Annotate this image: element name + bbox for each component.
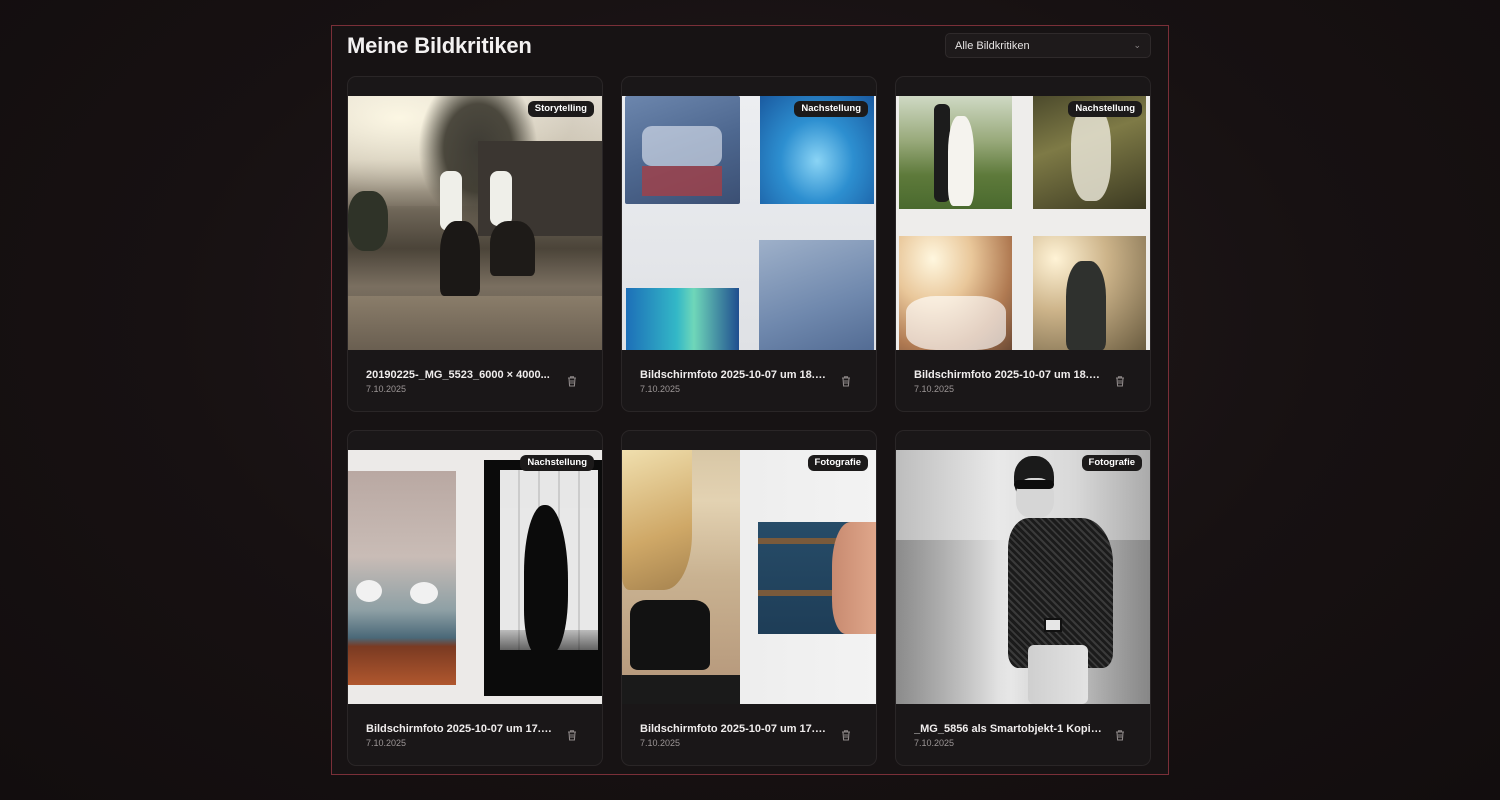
chevron-down-icon: ⌄ — [1133, 40, 1141, 50]
critique-card-4[interactable]: Nachstellung Bildschirmfoto 2025-10-07 u… — [347, 430, 603, 766]
critique-card-2[interactable]: Nachstellung Bildschirmfoto 2025-10-07 u… — [621, 76, 877, 412]
card-filename: Bildschirmfoto 2025-10-07 um 18.0... — [914, 369, 1104, 381]
category-badge: Fotografie — [807, 455, 868, 471]
category-badge: Nachstellung — [1068, 101, 1142, 117]
critique-card-5[interactable]: Fotografie Bildschirmfoto 2025-10-07 um … — [621, 430, 877, 766]
critique-card-1[interactable]: Storytelling 20190225-_MG_5523_6000 × 40… — [347, 76, 603, 412]
card-date: 7.10.2025 — [914, 384, 955, 394]
card-thumbnail[interactable] — [896, 96, 1150, 350]
trash-icon[interactable] — [1113, 728, 1127, 742]
category-badge: Nachstellung — [794, 101, 868, 117]
card-thumbnail[interactable] — [896, 450, 1150, 704]
card-thumbnail[interactable] — [622, 450, 876, 704]
card-date: 7.10.2025 — [914, 738, 955, 748]
category-badge: Fotografie — [1081, 455, 1142, 471]
filter-select[interactable]: Alle Bildkritiken ⌄ — [945, 33, 1151, 58]
category-badge: Storytelling — [527, 101, 594, 117]
trash-icon[interactable] — [839, 728, 853, 742]
critique-card-3[interactable]: Nachstellung Bildschirmfoto 2025-10-07 u… — [895, 76, 1151, 412]
card-date: 7.10.2025 — [366, 384, 407, 394]
card-filename: Bildschirmfoto 2025-10-07 um 18.0... — [640, 369, 830, 381]
card-thumbnail[interactable] — [622, 96, 876, 350]
trash-icon[interactable] — [839, 374, 853, 388]
card-filename: Bildschirmfoto 2025-10-07 um 17.4... — [640, 723, 830, 735]
page-title: Meine Bildkritiken — [347, 33, 532, 58]
card-date: 7.10.2025 — [640, 738, 681, 748]
card-filename: Bildschirmfoto 2025-10-07 um 17.5... — [366, 723, 556, 735]
card-filename: _MG_5856 als Smartobjekt-1 Kopie.... — [914, 723, 1104, 735]
card-filename: 20190225-_MG_5523_6000 × 4000... — [366, 369, 550, 381]
card-date: 7.10.2025 — [640, 384, 681, 394]
card-thumbnail[interactable] — [348, 96, 602, 350]
trash-icon[interactable] — [565, 728, 579, 742]
card-thumbnail[interactable] — [348, 450, 602, 704]
trash-icon[interactable] — [1113, 374, 1127, 388]
filter-selected-value: Alle Bildkritiken — [955, 39, 1030, 52]
category-badge: Nachstellung — [520, 455, 594, 471]
trash-icon[interactable] — [565, 374, 579, 388]
critique-card-6[interactable]: Fotografie _MG_5856 als Smartobjekt-1 Ko… — [895, 430, 1151, 766]
main-panel: Meine Bildkritiken Alle Bildkritiken ⌄ S… — [331, 25, 1169, 775]
card-date: 7.10.2025 — [366, 738, 407, 748]
